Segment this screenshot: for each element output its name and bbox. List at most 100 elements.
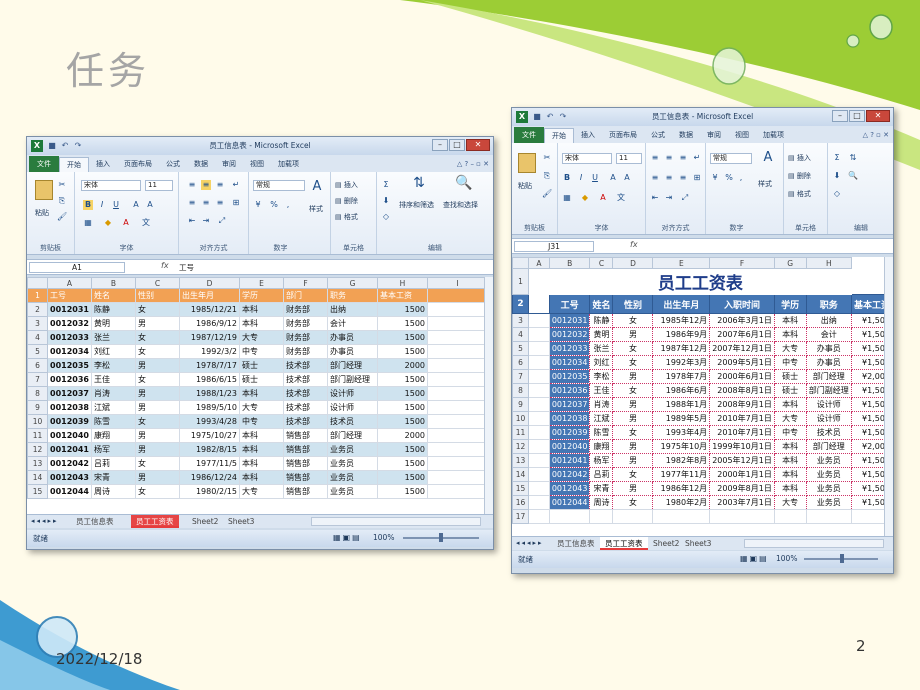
table-cell[interactable]: 1988年1月 (652, 397, 711, 412)
border-icon[interactable]: ▦ (83, 218, 93, 228)
empty-cell[interactable] (427, 456, 488, 471)
table-cell[interactable]: 技术部 (283, 400, 328, 415)
table-cell[interactable]: 张兰 (589, 341, 614, 356)
percent-icon[interactable]: % (724, 173, 734, 183)
table-cell[interactable]: 刘红 (589, 355, 614, 370)
table-cell[interactable]: 刘红 (91, 344, 136, 359)
table-cell[interactable]: 1500 (377, 330, 428, 345)
table-cell[interactable]: 技术部 (283, 372, 328, 387)
table-cell[interactable]: 0012032 (47, 316, 92, 331)
table-cell[interactable]: 女 (612, 341, 654, 356)
empty-cell[interactable] (527, 467, 550, 482)
minimize-button[interactable]: – (432, 139, 448, 151)
table-cell[interactable]: 杨军 (91, 442, 136, 457)
table-cell[interactable]: 黄明 (91, 316, 136, 331)
table-cell[interactable]: 本科 (773, 439, 807, 454)
table-cell[interactable]: 1975年10月 (652, 439, 711, 454)
decrease-indent-icon[interactable]: ⇤ (187, 216, 197, 226)
style-button[interactable]: 样式 (758, 179, 772, 189)
align-middle-icon[interactable]: ≡ (201, 180, 211, 190)
table-cell[interactable]: 中专 (773, 425, 807, 440)
name-box[interactable]: A1 (29, 262, 125, 273)
tab-add-ins[interactable]: 加载项 (271, 157, 306, 172)
table-cell[interactable]: 男 (135, 470, 180, 485)
table-cell[interactable]: 陈雪 (91, 414, 136, 429)
percent-icon[interactable]: % (269, 200, 279, 210)
table-cell[interactable]: 业务员 (805, 467, 852, 482)
shrink-font-icon[interactable]: A (145, 200, 155, 210)
header-cell[interactable]: 姓名 (589, 294, 614, 314)
font-name-combo[interactable]: 宋体 (81, 180, 141, 191)
table-cell[interactable]: 本科 (773, 327, 807, 342)
insert-cells-button[interactable]: ▤ 插入 (788, 153, 811, 163)
clear-icon[interactable]: ◇ (832, 189, 842, 199)
header-cell[interactable]: 入职时间 (709, 294, 775, 314)
table-cell[interactable]: 办事员 (327, 330, 378, 345)
table-cell[interactable]: 部门经理 (327, 428, 378, 443)
table-cell[interactable]: 1985年12月 (652, 313, 711, 328)
column-header[interactable]: A (47, 277, 92, 289)
header-cell[interactable]: 职务 (805, 294, 852, 314)
sheet-nav-arrows[interactable]: ◂◂◂▸▸ (31, 517, 59, 525)
empty-cell[interactable] (427, 428, 488, 443)
table-cell[interactable]: 1500 (377, 456, 428, 471)
worksheet-grid[interactable]: A B C D E F G H 1 员工工资表 2 工号 姓名 性别 出生年月 入职时间 学历 职务 基本工资 3 00… (512, 257, 893, 536)
font-color-icon[interactable]: A (121, 218, 131, 228)
sort-filter-icon[interactable]: ⇅ (848, 153, 858, 163)
table-cell[interactable]: 女 (135, 456, 180, 471)
table-cell[interactable]: 中专 (239, 414, 284, 429)
column-header[interactable]: D (179, 277, 240, 289)
column-header[interactable]: D (612, 257, 654, 269)
empty-cell[interactable] (773, 509, 807, 524)
delete-cells-button[interactable]: ▤ 删除 (788, 171, 811, 181)
underline-icon[interactable]: U (590, 173, 600, 183)
table-cell[interactable]: 陈静 (91, 302, 136, 317)
row-header[interactable]: 6 (27, 358, 48, 373)
table-cell[interactable]: 0012036 (548, 383, 591, 398)
table-cell[interactable]: 1500 (377, 302, 428, 317)
sheet-tab-sheet2[interactable]: Sheet2 (648, 537, 684, 550)
table-cell[interactable]: 0012039 (548, 425, 591, 440)
table-cell[interactable]: 2009年8月1日 (709, 481, 775, 496)
empty-cell[interactable] (427, 372, 488, 387)
row-header[interactable]: 12 (27, 442, 48, 457)
row-header[interactable]: 4 (27, 330, 48, 345)
fill-icon[interactable]: ⬇ (381, 196, 391, 206)
table-cell[interactable]: 女 (135, 484, 180, 499)
underline-icon[interactable]: U (111, 200, 121, 210)
table-cell[interactable]: 1500 (377, 344, 428, 359)
table-cell[interactable]: 1977年11月 (652, 467, 711, 482)
table-cell[interactable]: 2010年7月1日 (709, 411, 775, 426)
table-cell[interactable]: 女 (135, 330, 180, 345)
table-cell[interactable]: 1500 (377, 386, 428, 401)
column-header[interactable]: G (327, 277, 378, 289)
table-cell[interactable]: 设计师 (327, 400, 378, 415)
table-cell[interactable]: 办事员 (805, 341, 852, 356)
table-cell[interactable]: 本科 (239, 428, 284, 443)
table-cell[interactable]: 部门经理 (327, 358, 378, 373)
zoom-thumb[interactable] (840, 554, 844, 563)
table-cell[interactable]: 办事员 (805, 355, 852, 370)
table-cell[interactable]: 出纳 (805, 313, 852, 328)
tab-add-ins[interactable]: 加载项 (756, 128, 791, 143)
table-cell[interactable]: 1993/4/28 (179, 414, 240, 429)
table-cell[interactable]: 1986年9月 (652, 327, 711, 342)
column-header[interactable]: A (527, 257, 550, 269)
header-cell[interactable]: 姓名 (91, 288, 136, 303)
row-header[interactable]: 1 (27, 288, 48, 303)
select-all-corner[interactable] (27, 277, 48, 289)
row-header[interactable]: 14 (512, 467, 529, 482)
empty-cell[interactable] (527, 495, 550, 510)
format-painter-icon[interactable]: 🖌 (542, 189, 552, 199)
fx-icon[interactable]: fx (161, 261, 169, 270)
table-cell[interactable]: 王佳 (91, 372, 136, 387)
table-cell[interactable]: 女 (135, 302, 180, 317)
header-cell[interactable]: 工号 (548, 294, 591, 314)
phonetic-icon[interactable]: 文 (141, 218, 151, 228)
font-color-icon[interactable]: A (598, 193, 608, 203)
number-format-combo[interactable]: 常规 (710, 153, 752, 164)
table-cell[interactable]: 女 (612, 313, 654, 328)
table-cell[interactable]: 0012033 (548, 341, 591, 356)
table-cell[interactable]: 会计 (327, 316, 378, 331)
table-cell[interactable]: 1986年6月 (652, 383, 711, 398)
